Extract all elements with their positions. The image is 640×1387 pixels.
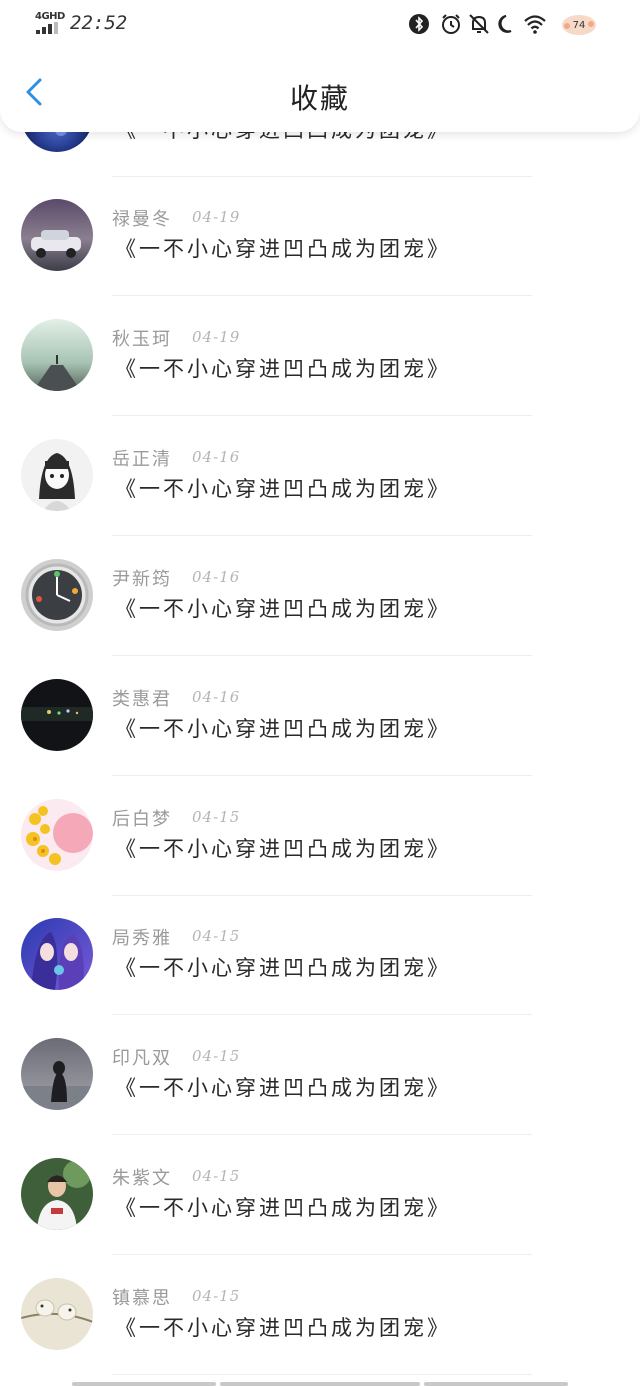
favorite-date: 04-15 (192, 1167, 241, 1185)
list-item[interactable]: 岳正清 04-16 《一不小心穿进凹凸成为团宠》 (0, 439, 640, 559)
author-name: 禄曼冬 (112, 209, 172, 230)
avatar (21, 559, 93, 631)
status-bar: 4GHD 22:52 74 (0, 0, 640, 50)
author-name: 镇慕思 (112, 1288, 172, 1309)
avatar (21, 199, 93, 271)
scroll-indicator (72, 1382, 568, 1387)
battery-level: 74 (573, 20, 586, 31)
avatar (21, 799, 93, 871)
divider (112, 295, 532, 296)
favorites-screen: 《一不小心穿进凹凸成为团宠》 禄曼冬 04-19 《一不小心穿进凹凸成为团宠》 (0, 0, 640, 1387)
avatar (21, 1158, 93, 1230)
list-item[interactable]: 朱紫文 04-15 《一不小心穿进凹凸成为团宠》 (0, 1158, 640, 1278)
list-item[interactable]: 局秀雅 04-15 《一不小心穿进凹凸成为团宠》 (0, 918, 640, 1038)
wifi-icon (523, 12, 547, 36)
divider (112, 1014, 532, 1015)
divider (112, 176, 532, 177)
book-title: 《一不小心穿进凹凸成为团宠》 (115, 956, 451, 980)
alarm-icon (439, 12, 463, 36)
favorite-date: 04-15 (192, 1047, 241, 1065)
avatar (21, 439, 93, 511)
author-name: 类惠君 (112, 689, 172, 710)
mute-icon (467, 12, 491, 36)
author-name: 印凡双 (112, 1048, 172, 1069)
list-item[interactable]: 后白梦 04-15 《一不小心穿进凹凸成为团宠》 (0, 799, 640, 919)
divider (112, 1374, 532, 1375)
favorite-date: 04-15 (192, 1287, 241, 1305)
battery-icon: 74 (562, 15, 596, 35)
favorite-date: 04-16 (192, 568, 241, 586)
book-title: 《一不小心穿进凹凸成为团宠》 (115, 717, 451, 741)
book-title: 《一不小心穿进凹凸成为团宠》 (115, 477, 451, 501)
author-name: 局秀雅 (112, 928, 172, 949)
book-title: 《一不小心穿进凹凸成为团宠》 (115, 357, 451, 381)
book-title: 《一不小心穿进凹凸成为团宠》 (115, 1196, 451, 1220)
author-name: 后白梦 (112, 809, 172, 830)
divider (112, 655, 532, 656)
page-title: 收藏 (289, 82, 350, 115)
favorite-date: 04-19 (192, 208, 241, 226)
book-title: 《一不小心穿进凹凸成为团宠》 (115, 837, 451, 861)
author-name: 岳正清 (112, 449, 172, 470)
book-title: 《一不小心穿进凹凸成为团宠》 (115, 1076, 451, 1100)
network-type: 4GHD (35, 11, 65, 22)
favorite-date: 04-19 (192, 328, 241, 346)
divider (112, 1254, 532, 1255)
list-item[interactable]: 镇慕思 04-15 《一不小心穿进凹凸成为团宠》 (0, 1278, 640, 1387)
avatar (21, 319, 93, 391)
book-title: 《一不小心穿进凹凸成为团宠》 (115, 237, 451, 261)
divider (112, 775, 532, 776)
favorite-date: 04-15 (192, 927, 241, 945)
list-item[interactable]: 类惠君 04-16 《一不小心穿进凹凸成为团宠》 (0, 679, 640, 799)
avatar (21, 1038, 93, 1110)
list-item[interactable]: 尹新筠 04-16 《一不小心穿进凹凸成为团宠》 (0, 559, 640, 679)
avatar (21, 679, 93, 751)
signal-icon (36, 22, 58, 34)
list-item[interactable]: 秋玉珂 04-19 《一不小心穿进凹凸成为团宠》 (0, 319, 640, 439)
favorite-date: 04-16 (192, 688, 241, 706)
divider (112, 535, 532, 536)
author-name: 秋玉珂 (112, 329, 172, 350)
moon-icon (494, 12, 518, 36)
app-header: 收藏 (0, 50, 640, 132)
divider (112, 415, 532, 416)
favorite-date: 04-15 (192, 808, 241, 826)
bluetooth-icon (407, 12, 431, 36)
list-item[interactable]: 印凡双 04-15 《一不小心穿进凹凸成为团宠》 (0, 1038, 640, 1158)
avatar (21, 918, 93, 990)
favorite-date: 04-16 (192, 448, 241, 466)
book-title: 《一不小心穿进凹凸成为团宠》 (115, 597, 451, 621)
divider (112, 895, 532, 896)
list-item[interactable]: 禄曼冬 04-19 《一不小心穿进凹凸成为团宠》 (0, 199, 640, 319)
status-time: 22:52 (70, 12, 128, 34)
author-name: 尹新筠 (112, 569, 172, 590)
divider (112, 1134, 532, 1135)
author-name: 朱紫文 (112, 1168, 172, 1189)
avatar (21, 1278, 93, 1350)
book-title: 《一不小心穿进凹凸成为团宠》 (115, 1316, 451, 1340)
